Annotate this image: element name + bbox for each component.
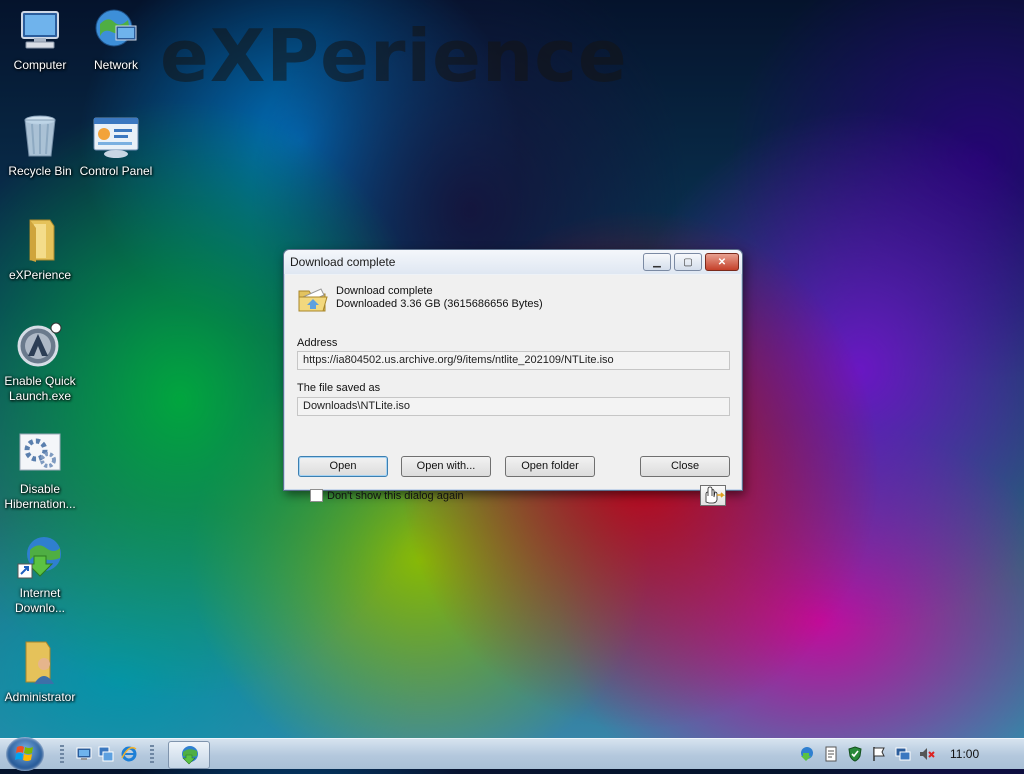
close-window-button[interactable]: ✕ (705, 253, 739, 271)
address-label: Address (297, 337, 338, 349)
notepad-tray-icon[interactable] (823, 746, 839, 762)
dont-show-again-row[interactable]: Don't show this dialog again (310, 489, 464, 502)
windows-logo-icon (15, 746, 33, 761)
close-button[interactable]: Close (640, 456, 730, 477)
desktop-icon-label: Disable Hibernation... (4, 482, 76, 511)
control-panel-icon (92, 112, 140, 160)
desktop-icon-label: Enable Quick Launch.exe (4, 374, 76, 403)
dialog-titlebar[interactable]: Download complete ▁ ▢ ✕ (284, 250, 742, 274)
desktop-icon-label: Control Panel (79, 164, 153, 178)
download-complete-dialog: Download complete ▁ ▢ ✕ Download complet… (283, 249, 743, 506)
minimize-icon: ▁ (653, 256, 661, 268)
address-field[interactable]: https://ia804502.us.archive.org/9/items/… (297, 351, 730, 370)
taskbar-clock[interactable]: 11:00 (950, 747, 979, 761)
desktop-watermark: eXPerience (160, 14, 628, 98)
folder-icon (16, 216, 64, 264)
dialog-client: Download complete Downloaded 3.36 GB (36… (285, 275, 741, 506)
dont-show-again-checkbox[interactable] (310, 489, 323, 502)
network-tray-icon[interactable] (895, 746, 911, 762)
desktop-icon-experience[interactable]: eXPerience (1, 216, 79, 283)
desktop-icon-computer[interactable]: Computer (1, 6, 79, 73)
gear-settings-icon (16, 430, 64, 478)
desktop-icon-label: Recycle Bin (8, 164, 72, 178)
idm-tray-icon[interactable] (798, 746, 814, 762)
network-icon (92, 6, 140, 54)
desktop-icon-network[interactable]: Network (77, 6, 155, 73)
download-heading: Download complete (336, 285, 433, 297)
taskbar-button-idm[interactable] (168, 741, 210, 769)
desktop-icon-label: Computer (13, 58, 67, 72)
security-shield-icon[interactable] (847, 746, 863, 762)
taskbar: 11:00 (0, 737, 1024, 771)
desktop-icon-administrator[interactable]: Administrator (1, 638, 79, 705)
desktop-icon-control-panel[interactable]: Control Panel (77, 112, 155, 179)
saved-as-field[interactable]: Downloads\NTLite.iso (297, 397, 730, 416)
open-button[interactable]: Open (298, 456, 388, 477)
minimize-button[interactable]: ▁ (643, 253, 671, 271)
download-summary: Download complete Downloaded 3.36 GB (36… (336, 285, 543, 311)
drag-hand-button[interactable] (700, 485, 726, 506)
desktop-icon-enable-quick-launch[interactable]: Enable Quick Launch.exe (1, 322, 79, 404)
taskbar-grip[interactable] (150, 745, 154, 763)
open-folder-button[interactable]: Open folder (505, 456, 595, 477)
quick-launch-exe-icon (16, 322, 64, 370)
dont-show-again-label: Don't show this dialog again (327, 489, 464, 502)
user-folder-icon (16, 638, 64, 686)
desktop-icon-disable-hibernation[interactable]: Disable Hibernation... (1, 430, 79, 512)
action-center-flag-icon[interactable] (871, 746, 887, 762)
saved-as-label: The file saved as (297, 382, 381, 394)
hand-arrow-icon (705, 486, 725, 504)
computer-icon (16, 6, 64, 54)
switch-windows-icon[interactable] (98, 746, 114, 762)
open-with-button[interactable]: Open with... (401, 456, 491, 477)
desktop-icon-recycle-bin[interactable]: Recycle Bin (1, 112, 79, 179)
show-desktop-icon[interactable] (76, 746, 92, 762)
close-icon: ✕ (717, 256, 727, 268)
download-size: Downloaded 3.36 GB (3615686656 Bytes) (336, 298, 543, 310)
maximize-button[interactable]: ▢ (674, 253, 702, 271)
desktop-icon-label: Administrator (4, 690, 76, 704)
maximize-icon: ▢ (683, 256, 693, 268)
desktop-icon-label: Internet Downlo... (14, 586, 66, 615)
internet-download-manager-icon (182, 746, 198, 765)
start-button[interactable] (6, 737, 44, 771)
dialog-title: Download complete (290, 255, 396, 269)
taskbar-grip[interactable] (60, 745, 64, 763)
folder-download-icon (297, 283, 329, 315)
recycle-bin-icon (16, 112, 64, 160)
desktop-icon-label: Network (93, 58, 138, 72)
desktop-icon-internet-download-manager[interactable]: Internet Downlo... (1, 534, 79, 616)
volume-muted-icon[interactable] (919, 746, 935, 762)
internet-download-manager-icon (16, 534, 64, 582)
internet-explorer-icon[interactable] (121, 746, 137, 762)
desktop-icon-label: eXPerience (8, 268, 72, 282)
